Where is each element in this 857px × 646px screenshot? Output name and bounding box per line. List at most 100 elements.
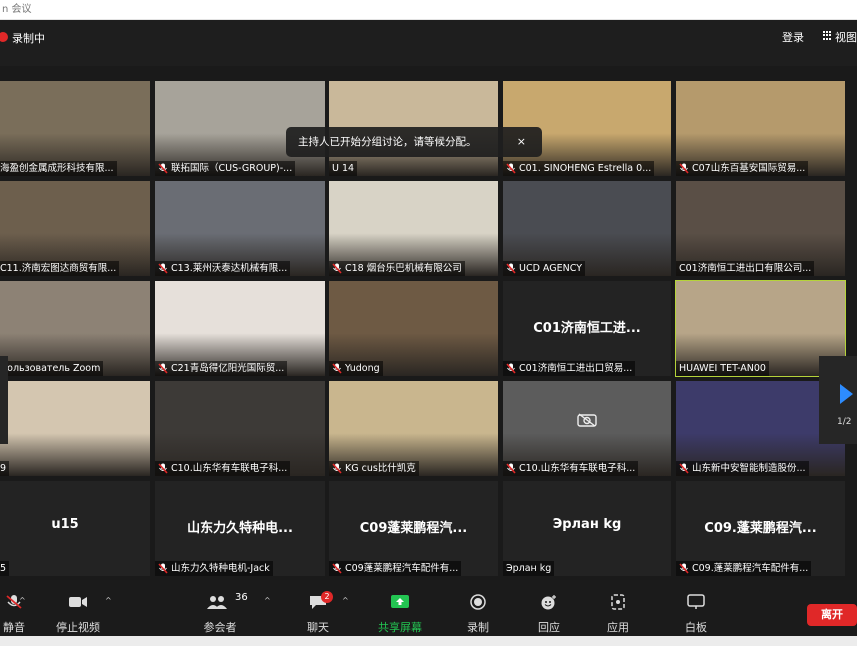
mute-label: 静音 xyxy=(3,621,25,634)
microphone-muted-icon xyxy=(158,563,168,574)
next-page-button[interactable]: 1/2 xyxy=(819,356,857,444)
participant-name-bar: KG cus比什凯克 xyxy=(329,461,419,476)
participant-name-bar: 5 xyxy=(0,561,10,576)
participant-name-bar: Yudong xyxy=(329,361,383,376)
participant-tile[interactable]: 海盈创金属成形科技有限... xyxy=(0,81,150,176)
login-button[interactable]: 登录 xyxy=(782,29,804,45)
participant-name: C01. SINOHENG Estrella 0... xyxy=(519,163,652,174)
participant-tile[interactable]: Эрлан kg Эрлан kg xyxy=(503,481,671,576)
participant-name: Yudong xyxy=(345,363,380,374)
zoom-window: n 会议 录制中 登录 视图 海盈创金属成形科技有限... 联拓国际（CUS-GR… xyxy=(0,0,857,646)
participant-display-name: C09蓬莱鹏程汽... xyxy=(359,521,468,537)
participant-name: 5 xyxy=(0,563,7,574)
participant-name-bar: C10.山东华有车联电子科... xyxy=(155,461,291,476)
participant-tile[interactable]: C11.济南宏图达商贸有限... xyxy=(0,181,150,276)
participant-name: 9 xyxy=(0,463,7,474)
mute-options-caret-icon[interactable]: ^ xyxy=(19,596,26,605)
participant-name: C21青岛得亿阳光国际贸... xyxy=(171,363,285,374)
window-bottom-edge xyxy=(0,636,857,646)
video-camera-icon xyxy=(69,597,87,607)
video-options-caret-icon[interactable]: ^ xyxy=(105,596,112,605)
participant-name-bar: C09蓬莱鹏程汽车配件有... xyxy=(329,561,462,576)
participants-button[interactable]: 参会者 xyxy=(197,580,243,636)
microphone-muted-icon xyxy=(332,363,342,374)
participant-name-bar: C07山东百基安国际贸易... xyxy=(676,161,809,176)
microphone-muted-icon xyxy=(332,463,342,474)
reactions-label: 回应 xyxy=(538,621,560,634)
participant-name-bar: C18 烟台乐巴机械有限公司 xyxy=(329,261,465,276)
participant-name: 海盈创金属成形科技有限... xyxy=(0,163,114,174)
participant-name-bar: HUAWEI TET-AN00 xyxy=(676,361,769,376)
participant-tile[interactable]: C09.蓬莱鹏程汽... C09.蓬莱鹏程汽车配件有... xyxy=(676,481,845,576)
participant-name-bar: UCD AGENCY xyxy=(503,261,585,276)
microphone-muted-icon xyxy=(506,363,516,374)
meeting-topbar: 录制中 登录 视图 xyxy=(0,20,857,66)
whiteboard-label: 白板 xyxy=(685,621,707,634)
participant-tile[interactable]: C01济南恒工进... C01济南恒工进出口贸易... xyxy=(503,281,671,376)
participant-tile[interactable]: C21青岛得亿阳光国际贸... xyxy=(155,281,325,376)
reactions-button[interactable]: 回应 xyxy=(529,580,569,636)
microphone-muted-icon xyxy=(158,263,168,274)
page-indicator: 1/2 xyxy=(837,417,852,427)
apps-button[interactable]: 应用 xyxy=(598,580,638,636)
view-button[interactable]: 视图 xyxy=(835,29,857,45)
participant-tile[interactable]: Yudong xyxy=(329,281,498,376)
participant-tile[interactable]: KG cus比什凯克 xyxy=(329,381,498,476)
participant-name-bar: C01. SINOHENG Estrella 0... xyxy=(503,161,655,176)
participant-name-bar: Эрлан kg xyxy=(503,561,555,576)
record-icon xyxy=(470,594,486,610)
whiteboard-icon xyxy=(687,594,705,609)
chat-button[interactable]: 聊天 xyxy=(298,580,338,636)
participant-tile[interactable]: C10.山东华有车联电子科... xyxy=(503,381,671,476)
participant-name: 山东力久特种电机-Jack xyxy=(171,563,270,574)
notification-text: 主持人已开始分组讨论，请等候分配。 xyxy=(298,136,477,148)
close-icon[interactable]: × xyxy=(517,127,526,157)
participant-tile[interactable]: 山东力久特种电... 山东力久特种电机-Jack xyxy=(155,481,325,576)
participant-name-bar: 9 xyxy=(0,461,10,476)
participant-display-name: Эрлан kg xyxy=(552,517,622,533)
participant-name-bar: C09.蓬莱鹏程汽车配件有... xyxy=(676,561,812,576)
participant-name-bar: C10.山东华有车联电子科... xyxy=(503,461,639,476)
share-screen-button[interactable]: 共享屏幕 xyxy=(372,580,428,636)
participant-display-name: C09.蓬莱鹏程汽... xyxy=(704,521,817,537)
participant-tile[interactable]: Пользователь Zoom xyxy=(0,281,150,376)
participant-name-bar: 山东新中安智能制造股份... xyxy=(676,461,809,476)
participants-options-caret-icon[interactable]: ^ xyxy=(264,596,271,605)
participant-name: C01济南恒工进出口有限公司... xyxy=(679,263,812,274)
participant-tile[interactable]: C07山东百基安国际贸易... xyxy=(676,81,845,176)
participant-name: C18 烟台乐巴机械有限公司 xyxy=(345,263,462,274)
participant-tile[interactable]: C13.莱州沃泰达机械有限... xyxy=(155,181,325,276)
participant-name: C10.山东华有车联电子科... xyxy=(171,463,288,474)
smiley-icon xyxy=(541,595,556,610)
stop-video-button[interactable]: 停止视频 xyxy=(50,580,106,636)
participant-name-bar: C21青岛得亿阳光国际贸... xyxy=(155,361,288,376)
video-label: 停止视频 xyxy=(56,621,100,634)
participant-tile[interactable]: C01济南恒工进出口有限公司... xyxy=(676,181,845,276)
participant-tile[interactable]: C18 烟台乐巴机械有限公司 xyxy=(329,181,498,276)
participant-name-bar: C13.莱州沃泰达机械有限... xyxy=(155,261,291,276)
participant-name-bar: 海盈创金属成形科技有限... xyxy=(0,161,117,176)
leave-meeting-button[interactable]: 离开 xyxy=(807,604,857,626)
microphone-muted-icon xyxy=(679,563,689,574)
mute-button[interactable]: 静音 xyxy=(0,580,36,636)
participant-display-name: C01济南恒工进... xyxy=(533,321,641,337)
participant-name: C13.莱州沃泰达机械有限... xyxy=(171,263,288,274)
share-screen-icon xyxy=(391,595,409,608)
apps-label: 应用 xyxy=(607,621,629,634)
participant-name: UCD AGENCY xyxy=(519,263,582,274)
participant-name: C11.济南宏图达商贸有限... xyxy=(0,263,117,274)
microphone-muted-icon xyxy=(158,363,168,374)
record-button[interactable]: 录制 xyxy=(458,580,498,636)
participant-tile[interactable]: UCD AGENCY xyxy=(503,181,671,276)
participants-icon xyxy=(207,596,227,609)
participant-tile[interactable]: C10.山东华有车联电子科... xyxy=(155,381,325,476)
participant-tile[interactable]: C09蓬莱鹏程汽... C09蓬莱鹏程汽车配件有... xyxy=(329,481,498,576)
chat-options-caret-icon[interactable]: ^ xyxy=(342,596,349,605)
participant-name: U 14 xyxy=(332,163,355,174)
participant-tile[interactable]: 9 xyxy=(0,381,150,476)
recording-status[interactable]: 录制中 xyxy=(12,30,45,46)
grid-view-icon[interactable] xyxy=(823,31,832,40)
prev-page-button[interactable] xyxy=(0,356,8,444)
whiteboard-button[interactable]: 白板 xyxy=(676,580,716,636)
participant-tile[interactable]: u15 5 xyxy=(0,481,150,576)
